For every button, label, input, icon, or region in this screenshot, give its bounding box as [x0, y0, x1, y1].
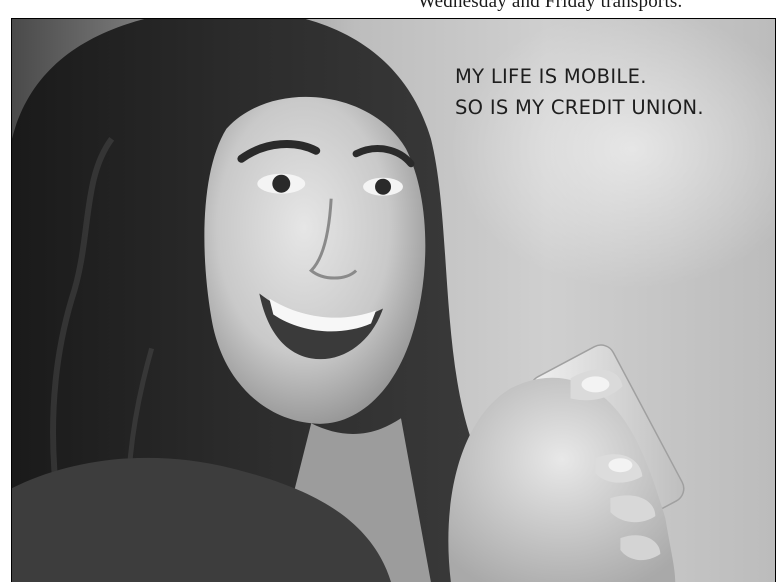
headline-line-2: SO IS MY CREDIT UNION.	[455, 96, 704, 119]
headline-line-1: MY LIFE IS MOBILE.	[455, 65, 647, 88]
credit-union-advertisement: MY LIFE IS MOBILE. SO IS MY CREDIT UNION…	[11, 18, 776, 582]
ad-headline: MY LIFE IS MOBILE. SO IS MY CREDIT UNION…	[455, 61, 704, 123]
article-text-fragment: Wednesday and Friday transports.	[418, 0, 683, 12]
